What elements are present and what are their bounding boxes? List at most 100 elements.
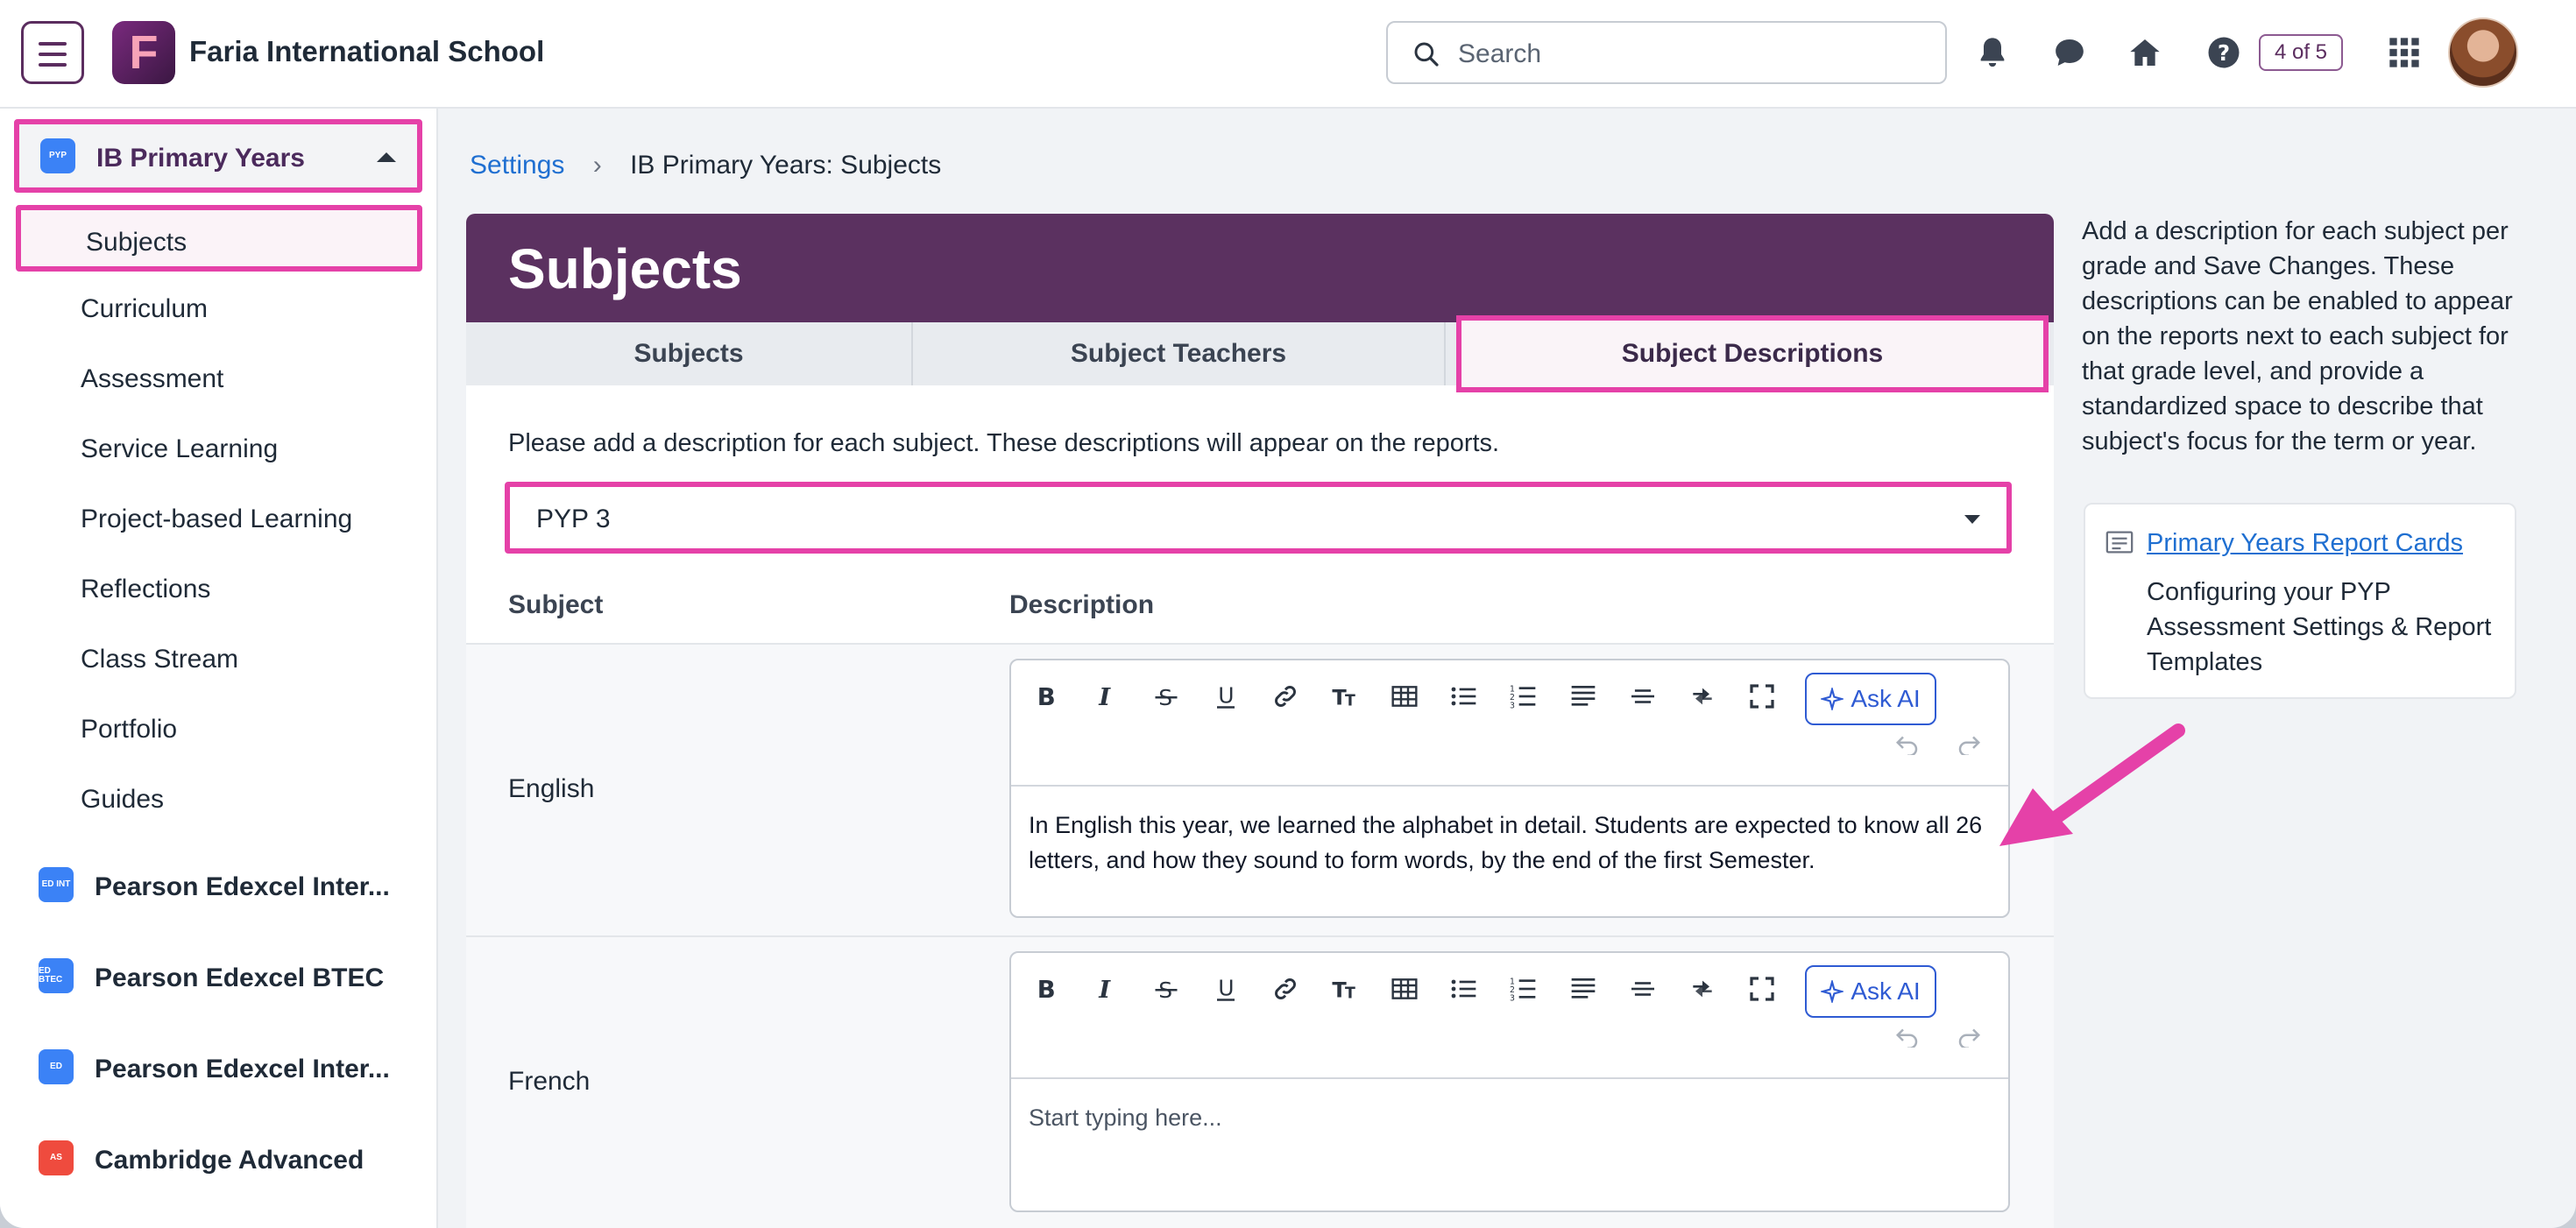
underline-icon[interactable]: U [1206,969,1246,1009]
redo-icon[interactable] [1956,1025,1982,1051]
ask-ai-button[interactable]: Ask AI [1805,673,1936,725]
tour-pager[interactable]: 4 of 5 [2259,34,2343,71]
annotation-arrow-icon [1999,723,2185,846]
avatar[interactable] [2448,18,2518,88]
bulleted-list-icon[interactable] [1444,676,1484,716]
breadcrumb: Settings › IB Primary Years: Subjects [470,151,941,180]
bold-icon[interactable]: B [1027,676,1067,716]
program-item-pearson-edexcel-international-2[interactable]: ED Pearson Edexcel Inter... [35,1042,429,1095]
sidebar-item-assessment[interactable]: Assessment [81,364,223,394]
clear-format-icon[interactable] [1682,969,1723,1009]
fullscreen-icon[interactable] [1742,676,1782,716]
search-input[interactable] [1458,35,1914,74]
fullscreen-icon[interactable] [1742,969,1782,1009]
editor-placeholder[interactable]: Start typing here... [1029,1100,1992,1135]
search-box[interactable] [1386,21,1947,84]
sidebar-item-subjects[interactable]: Subjects [16,205,422,272]
program-label: Pearson Edexcel BTEC [95,963,385,992]
search-icon [1414,42,1439,67]
bold-icon[interactable]: B [1027,969,1067,1009]
program-item-pearson-edexcel-btec[interactable]: ED BTEC Pearson Edexcel BTEC [35,951,429,1004]
top-bar: F Faria International School ? 4 of 5 [0,0,2576,109]
program-badge-icon: ED BTEC [39,958,74,993]
chevron-up-icon [377,152,396,162]
document-icon [2105,531,2134,554]
description-editor-french[interactable]: B I S U TT 123 Ask AI Start typing here.… [1009,951,2010,1212]
table-row: French B I S U TT 123 Ask AI Start typin… [466,935,2054,1228]
undo-icon[interactable] [1894,1025,1921,1051]
redo-icon[interactable] [1956,732,1982,759]
chat-icon[interactable] [2049,32,2091,74]
help-icon[interactable]: ? [2203,32,2245,74]
column-header-subject: Subject [508,590,604,619]
strikethrough-icon[interactable]: S [1146,676,1186,716]
menu-button[interactable] [21,21,84,84]
editor-text[interactable]: In English this year, we learned the alp… [1029,808,1992,878]
page-title: Subjects [508,237,742,300]
ask-ai-button[interactable]: Ask AI [1805,965,1936,1018]
svg-text:U: U [1218,683,1234,709]
sidebar-item-class-stream[interactable]: Class Stream [81,645,238,674]
italic-icon[interactable]: I [1086,676,1127,716]
description-editor-english[interactable]: B I S U TT 123 Ask AI In English this ye… [1009,659,2010,918]
table-row: English B I S U TT 123 Ask AI In English… [466,643,2054,935]
grade-select-value: PYP 3 [536,505,611,533]
program-badge-icon: ED INT [39,867,74,902]
menu-icon-line [39,63,67,67]
table-icon[interactable] [1384,969,1425,1009]
sparkle-icon [1821,688,1844,710]
chevron-down-icon [1964,515,1980,524]
numbered-list-icon[interactable]: 123 [1504,969,1544,1009]
home-icon[interactable] [2124,32,2166,74]
clear-format-icon[interactable] [1682,676,1723,716]
app-logo[interactable]: F [112,21,175,84]
ask-ai-label: Ask AI [1851,685,1921,712]
align-left-icon[interactable] [1563,676,1603,716]
undo-icon[interactable] [1894,732,1921,759]
sidebar-item-service-learning[interactable]: Service Learning [81,434,278,464]
program-badge-icon: ED [39,1049,74,1084]
bulleted-list-icon[interactable] [1444,969,1484,1009]
sidebar-item-guides[interactable]: Guides [81,785,164,815]
help-link-report-cards[interactable]: Primary Years Report Cards [2147,529,2463,558]
program-label: Cambridge Advanced [95,1146,364,1175]
breadcrumb-current: IB Primary Years: Subjects [630,151,942,180]
underline-icon[interactable]: U [1206,676,1246,716]
svg-text:U: U [1218,976,1234,1001]
text-size-icon[interactable]: TT [1325,676,1365,716]
bell-icon[interactable] [1971,32,2013,74]
numbered-list-icon[interactable]: 123 [1504,676,1544,716]
grade-select[interactable]: PYP 3 [505,482,2012,554]
subjects-card: Subjects Subjects Subject Teachers Subje… [466,214,2054,1228]
sidebar-item-portfolio[interactable]: Portfolio [81,715,177,745]
sidebar-item-curriculum[interactable]: Curriculum [81,294,208,324]
program-item-pearson-edexcel-international[interactable]: ED INT Pearson Edexcel Inter... [35,860,429,913]
tab-subject-descriptions[interactable]: Subject Descriptions [1456,315,2049,392]
program-selector[interactable]: PYP IB Primary Years [14,119,422,193]
tab-subject-teachers[interactable]: Subject Teachers [913,322,1446,385]
menu-icon-line [39,42,67,46]
horizontal-rule-icon[interactable] [1623,969,1663,1009]
help-card: Primary Years Report Cards Configuring y… [2084,503,2516,699]
help-description: Configuring your PYP Assessment Settings… [2147,578,2492,676]
breadcrumb-settings-link[interactable]: Settings [470,151,564,180]
link-icon[interactable] [1265,969,1306,1009]
sidebar-item-reflections[interactable]: Reflections [81,575,210,604]
program-item-cambridge-advanced[interactable]: AS Cambridge Advanced [35,1133,429,1186]
tab-subjects[interactable]: Subjects [466,322,913,385]
italic-icon[interactable]: I [1086,969,1127,1009]
align-left-icon[interactable] [1563,969,1603,1009]
horizontal-rule-icon[interactable] [1623,676,1663,716]
editor-divider [1011,785,2008,787]
ask-ai-label: Ask AI [1851,977,1921,1005]
text-size-icon[interactable]: TT [1325,969,1365,1009]
menu-icon-line [39,53,67,56]
sidebar-item-project-based-learning[interactable]: Project-based Learning [81,505,352,534]
svg-text:T: T [1345,985,1355,1003]
strikethrough-icon[interactable]: S [1146,969,1186,1009]
program-badge-icon: AS [39,1140,74,1175]
table-icon[interactable] [1384,676,1425,716]
apps-grid-icon[interactable] [2383,32,2425,74]
svg-text:3: 3 [1510,701,1515,709]
link-icon[interactable] [1265,676,1306,716]
